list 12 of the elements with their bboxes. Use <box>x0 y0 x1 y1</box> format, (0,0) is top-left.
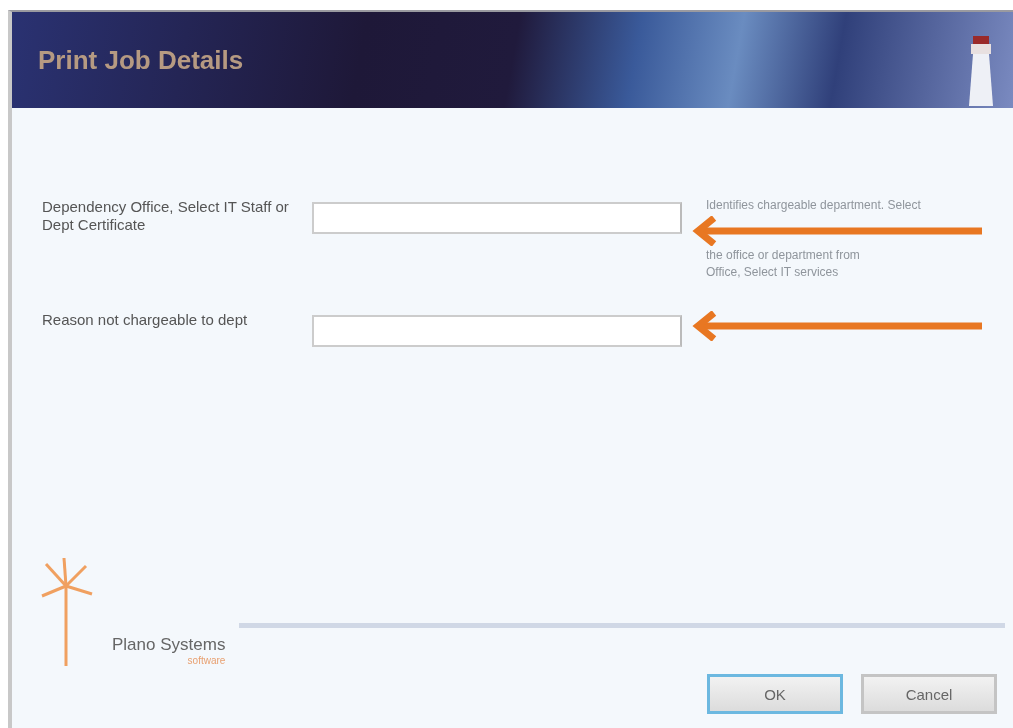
field-label: Reason not chargeable to dept <box>42 310 249 329</box>
text-field[interactable] <box>312 202 682 234</box>
hint-text: Identifies chargeable department. Select <box>705 198 922 214</box>
field-label: Dependency Office, Select IT Staff or Dept Certificate <box>42 198 290 234</box>
text-field[interactable] <box>312 314 682 347</box>
dialog-title: Print Job Details <box>38 44 244 76</box>
ok-button[interactable]: OK <box>707 674 843 714</box>
brand-name: Plano Systems <box>112 635 226 655</box>
cancel-button[interactable]: Cancel <box>861 674 997 714</box>
hint-text: Office, Select IT services <box>705 265 840 281</box>
brand-tagline: software <box>187 655 226 666</box>
hint-text: the office or department from <box>705 247 861 264</box>
